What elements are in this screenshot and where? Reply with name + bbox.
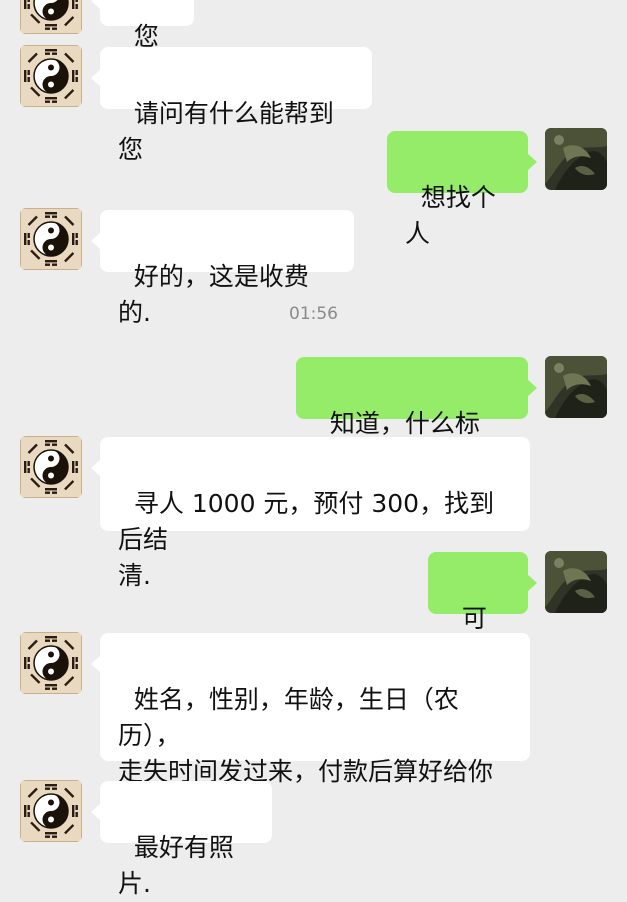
yin-yang-bagua-icon	[20, 0, 82, 34]
user-avatar[interactable]	[545, 551, 607, 613]
user-photo-icon	[545, 356, 607, 418]
outgoing-message[interactable]: 知道，什么标准?	[296, 357, 537, 474]
outgoing-message[interactable]: 可以。	[428, 552, 537, 669]
message-text: 想找个人	[405, 183, 496, 248]
message-text: 请问有什么能帮到您	[118, 99, 334, 164]
message-timestamp: 01:56	[289, 304, 338, 324]
yin-yang-bagua-icon	[20, 632, 82, 694]
incoming-message[interactable]: 最好有照片.	[91, 781, 272, 898]
contact-avatar[interactable]	[20, 208, 82, 270]
yin-yang-bagua-icon	[20, 208, 82, 270]
incoming-message[interactable]: 请问有什么能帮到您	[91, 47, 372, 164]
yin-yang-bagua-icon	[20, 780, 82, 842]
incoming-message[interactable]: 您好。	[91, 0, 194, 87]
chat-screen: { "colors": { "background": "#ededed", "…	[0, 0, 627, 898]
user-avatar[interactable]	[545, 356, 607, 418]
contact-avatar[interactable]	[20, 632, 82, 694]
contact-avatar[interactable]	[20, 0, 82, 34]
message-text: 最好有照片.	[118, 833, 234, 898]
incoming-message[interactable]: 姓名，性别，年龄，生日（农历）， 走失时间发过来，付款后算好给你 发结果.	[91, 633, 530, 822]
contact-avatar[interactable]	[20, 45, 82, 107]
incoming-message[interactable]: 好的，这是收费的.	[91, 210, 354, 327]
incoming-message[interactable]: 寻人 1000 元，预付 300，找到后结 清.	[91, 437, 530, 590]
contact-avatar[interactable]	[20, 780, 82, 842]
user-photo-icon	[545, 128, 607, 190]
contact-avatar[interactable]	[20, 436, 82, 498]
yin-yang-bagua-icon	[20, 45, 82, 107]
user-photo-icon	[545, 551, 607, 613]
outgoing-message[interactable]: 想找个人	[387, 131, 537, 248]
user-avatar[interactable]	[545, 128, 607, 190]
yin-yang-bagua-icon	[20, 436, 82, 498]
